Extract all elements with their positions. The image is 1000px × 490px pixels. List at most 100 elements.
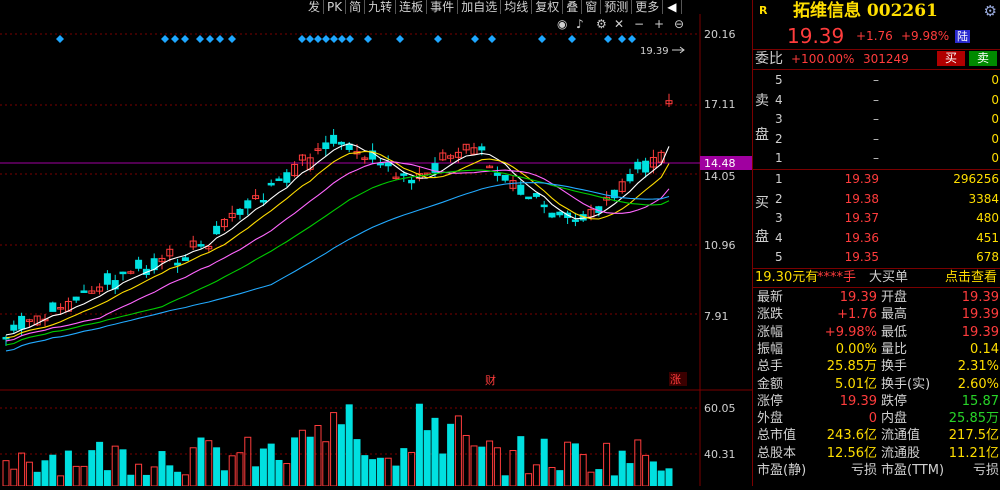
event-diamond-icon[interactable] (314, 35, 322, 43)
buy_orders-level: 1 (775, 172, 783, 186)
sell_orders-row[interactable]: 2 – 0 (773, 130, 1000, 149)
sell_orders-qty: 0 (991, 131, 999, 146)
event-diamond-icon[interactable] (228, 35, 236, 43)
volume-bar (454, 415, 462, 487)
event-diamond-icon[interactable] (604, 35, 612, 43)
event-diamond-icon[interactable] (298, 35, 306, 43)
volume-bar (376, 457, 384, 487)
event-diamond-icon[interactable] (196, 35, 204, 43)
volume-bar (135, 463, 143, 487)
event-diamond-icon[interactable] (306, 35, 314, 43)
bell-icon[interactable]: ♪ (576, 17, 584, 31)
volume-bar (408, 451, 416, 487)
toolbar-item-6[interactable]: 加自选 (458, 0, 502, 14)
volume-bar (486, 440, 494, 487)
volume-bar (642, 454, 650, 487)
stat-key: 换手 (881, 359, 908, 375)
toolbar-item-4[interactable]: 连板 (396, 0, 428, 14)
buy-button[interactable]: 买 (937, 51, 965, 66)
volume-axis-label: 60.05 (704, 402, 736, 415)
volume-bar (431, 417, 439, 487)
stat-value: 5.01亿 (835, 376, 877, 392)
toolbar-item-3[interactable]: 九转 (365, 0, 397, 14)
volume-bar (127, 474, 135, 487)
toolbar-item-13[interactable]: ◀ (663, 0, 682, 14)
buy_orders-price: 19.39 (844, 172, 879, 186)
event-diamond-icon[interactable] (618, 35, 626, 43)
stock-name[interactable]: 拓维信息 002261 (793, 0, 938, 22)
event-diamond-icon[interactable] (56, 35, 64, 43)
sell_orders-level: 5 (775, 73, 783, 87)
minus-icon[interactable]: − (634, 17, 644, 31)
sell-button[interactable]: 卖 (969, 51, 997, 66)
event-diamond-icon[interactable] (628, 35, 636, 43)
event-diamond-icon[interactable] (568, 35, 576, 43)
plus-icon[interactable]: + (654, 17, 664, 31)
volume-bar (626, 463, 634, 487)
settings-icon[interactable]: ⚙ (596, 17, 607, 31)
kline-chart[interactable]: 20.16 17.11 14.05 10.96 7.91 14.48 19.39 60.05 4… (0, 0, 752, 487)
sell_orders-row[interactable]: 5 – 0 (773, 71, 1000, 90)
event-diamond-icon[interactable] (330, 35, 338, 43)
volume-bar (571, 443, 579, 487)
candle-body (525, 196, 533, 200)
event-diamond-icon[interactable] (364, 35, 372, 43)
toolbar-item-1[interactable]: PK (324, 0, 347, 14)
buy_orders-qty: 451 (976, 230, 999, 245)
big-order-row[interactable]: 19.30元有 ****手 大买单 点击查看 (753, 269, 1000, 287)
big-order-view-link[interactable]: 点击查看 (945, 269, 997, 287)
toolbar-item-2[interactable]: 简 (346, 0, 366, 14)
event-diamond-icon[interactable] (171, 35, 179, 43)
event-diamond-icon[interactable] (346, 35, 354, 43)
toolbar-item-8[interactable]: 复权 (532, 0, 564, 14)
toolbar-item-7[interactable]: 均线 (501, 0, 533, 14)
volume-bar (150, 466, 158, 487)
toolbar-item-12[interactable]: 更多 (632, 0, 664, 14)
collapse-icon[interactable]: ⊖ (674, 17, 684, 31)
candle-body (540, 204, 548, 208)
stat-value: +9.98% (824, 324, 877, 340)
toolbar-item-9[interactable]: 叠 (563, 0, 583, 14)
candle-body (80, 290, 88, 293)
event-diamond-icon[interactable] (216, 35, 224, 43)
event-diamond-icon[interactable] (338, 35, 346, 43)
event-diamond-icon[interactable] (206, 35, 214, 43)
cross-icon[interactable]: ✕ (614, 17, 624, 31)
sell_orders-row[interactable]: 3 – 0 (773, 110, 1000, 129)
toolbar-item-5[interactable]: 事件 (427, 0, 459, 14)
eye-icon[interactable]: ◉ (557, 17, 567, 31)
stat-row: 涨停 19.39 跌停 15.87 (753, 393, 1000, 410)
candle-body (493, 172, 501, 176)
sell_orders-row[interactable]: 4 – 0 (773, 91, 1000, 110)
buy_orders-row[interactable]: 1 19.39 296256 (773, 170, 1000, 189)
volume-bar (220, 470, 228, 487)
gear-icon[interactable]: ⚙ (984, 2, 997, 20)
event-diamond-icon[interactable] (538, 35, 546, 43)
buy_orders-row[interactable]: 2 19.38 3384 (773, 190, 1000, 209)
chart-toolbar: 发 PK 简九转 连板 事件 加自选 均线 复权叠窗预测 更多 ◀ (305, 0, 682, 14)
buy_orders-row[interactable]: 3 19.37 480 (773, 209, 1000, 228)
candle-body (72, 296, 80, 301)
divider (753, 69, 1000, 70)
kline-chart-area[interactable]: 20.16 17.11 14.05 10.96 7.91 14.48 19.39 60.05 4… (0, 0, 752, 487)
volume-bar (540, 438, 548, 487)
volume-bar (275, 459, 283, 487)
sell_orders-row[interactable]: 1 – 0 (773, 149, 1000, 168)
toolbar-item-10[interactable]: 窗 (582, 0, 602, 14)
event-diamond-icon[interactable] (434, 35, 442, 43)
event-diamond-icon[interactable] (322, 35, 330, 43)
volume-bar (532, 464, 540, 487)
candle-body (376, 162, 384, 166)
event-diamond-icon[interactable] (471, 35, 479, 43)
candle-body (548, 212, 556, 218)
volume-bar (41, 460, 49, 487)
toolbar-item-11[interactable]: 预测 (601, 0, 633, 14)
event-diamond-icon[interactable] (161, 35, 169, 43)
event-diamond-icon[interactable] (396, 35, 404, 43)
event-diamond-icon[interactable] (181, 35, 189, 43)
candle-body (10, 324, 18, 331)
buy_orders-row[interactable]: 4 19.36 451 (773, 229, 1000, 248)
toolbar-item-0[interactable]: 发 (305, 0, 325, 14)
event-diamond-icon[interactable] (488, 35, 496, 43)
buy_orders-row[interactable]: 5 19.35 678 (773, 248, 1000, 267)
